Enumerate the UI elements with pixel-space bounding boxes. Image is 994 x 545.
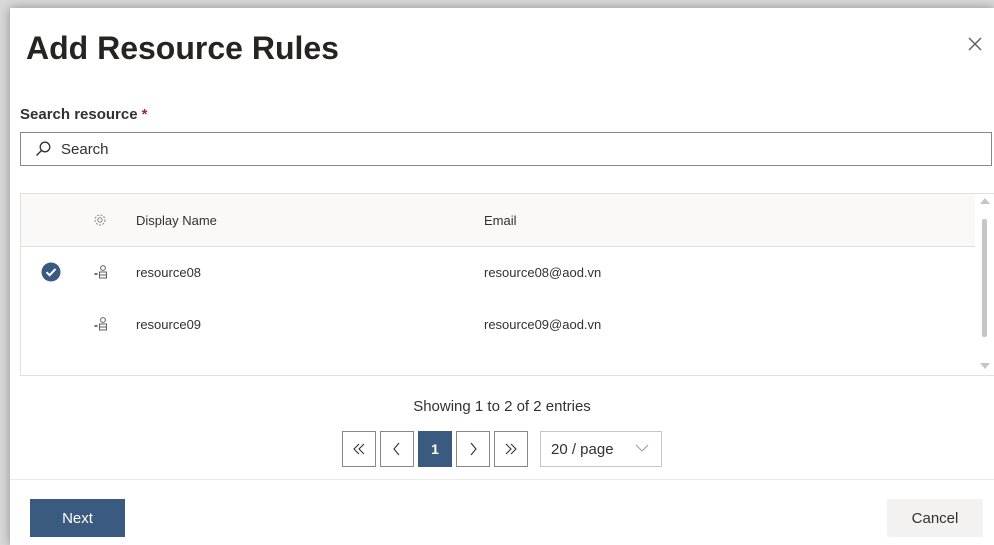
row-checkbox[interactable]	[41, 298, 65, 350]
row-checkbox[interactable]	[41, 246, 65, 298]
settings-column-header[interactable]	[93, 194, 113, 246]
row-display-name: resource09	[136, 316, 202, 332]
required-marker: *	[141, 106, 148, 123]
gear-icon[interactable]	[93, 213, 107, 227]
double-chevron-right-icon[interactable]	[504, 443, 518, 455]
table-row[interactable]: resource08 resource08@aod.vn	[21, 246, 976, 298]
resource-icon	[93, 246, 113, 298]
scroll-up-arrow[interactable]	[980, 198, 990, 204]
double-chevron-left-icon[interactable]	[352, 443, 366, 455]
search-input[interactable]	[59, 139, 991, 159]
row-display-name: resource08	[136, 264, 202, 280]
page-size-value: 20 / page	[551, 440, 614, 458]
chevron-right-icon[interactable]	[468, 442, 478, 456]
pagination: 1 20 / page	[342, 430, 662, 468]
next-button[interactable]: Next	[30, 499, 125, 537]
column-header-display-name[interactable]: Display Name	[136, 194, 217, 246]
chevron-down-icon	[635, 444, 649, 452]
next-page-button[interactable]	[456, 431, 490, 467]
vertical-scrollbar[interactable]	[975, 194, 994, 375]
close-button[interactable]	[964, 33, 986, 55]
scroll-down-arrow[interactable]	[980, 363, 990, 369]
page-size-select[interactable]: 20 / page	[540, 431, 662, 467]
close-icon[interactable]	[964, 33, 986, 55]
chevron-left-icon[interactable]	[392, 442, 402, 456]
page-number-button[interactable]: 1	[418, 431, 452, 467]
footer-divider	[10, 479, 994, 480]
first-page-button[interactable]	[342, 431, 376, 467]
add-resource-rules-dialog: Add Resource Rules Search resource* Disp…	[10, 8, 994, 545]
dialog-title: Add Resource Rules	[26, 30, 339, 66]
checkmark-circle-icon[interactable]	[41, 262, 61, 282]
cancel-button[interactable]: Cancel	[887, 499, 983, 537]
scroll-thumb[interactable]	[982, 219, 987, 337]
previous-page-button[interactable]	[380, 431, 414, 467]
resource-grid: Display Name Email resource08 resource08…	[20, 193, 994, 376]
last-page-button[interactable]	[494, 431, 528, 467]
search-resource-label-text: Search resource	[20, 106, 138, 123]
column-header-email[interactable]: Email	[484, 194, 517, 246]
pagination-summary: Showing 1 to 2 of 2 entries	[413, 398, 591, 415]
row-email: resource08@aod.vn	[484, 264, 602, 280]
search-icon	[36, 141, 51, 156]
search-resource-label: Search resource *	[20, 106, 147, 123]
resource-icon	[93, 298, 113, 350]
table-row[interactable]: resource09 resource09@aod.vn	[21, 298, 976, 350]
row-email: resource09@aod.vn	[484, 316, 602, 332]
search-box[interactable]	[20, 132, 992, 166]
grid-header: Display Name Email	[21, 194, 976, 247]
